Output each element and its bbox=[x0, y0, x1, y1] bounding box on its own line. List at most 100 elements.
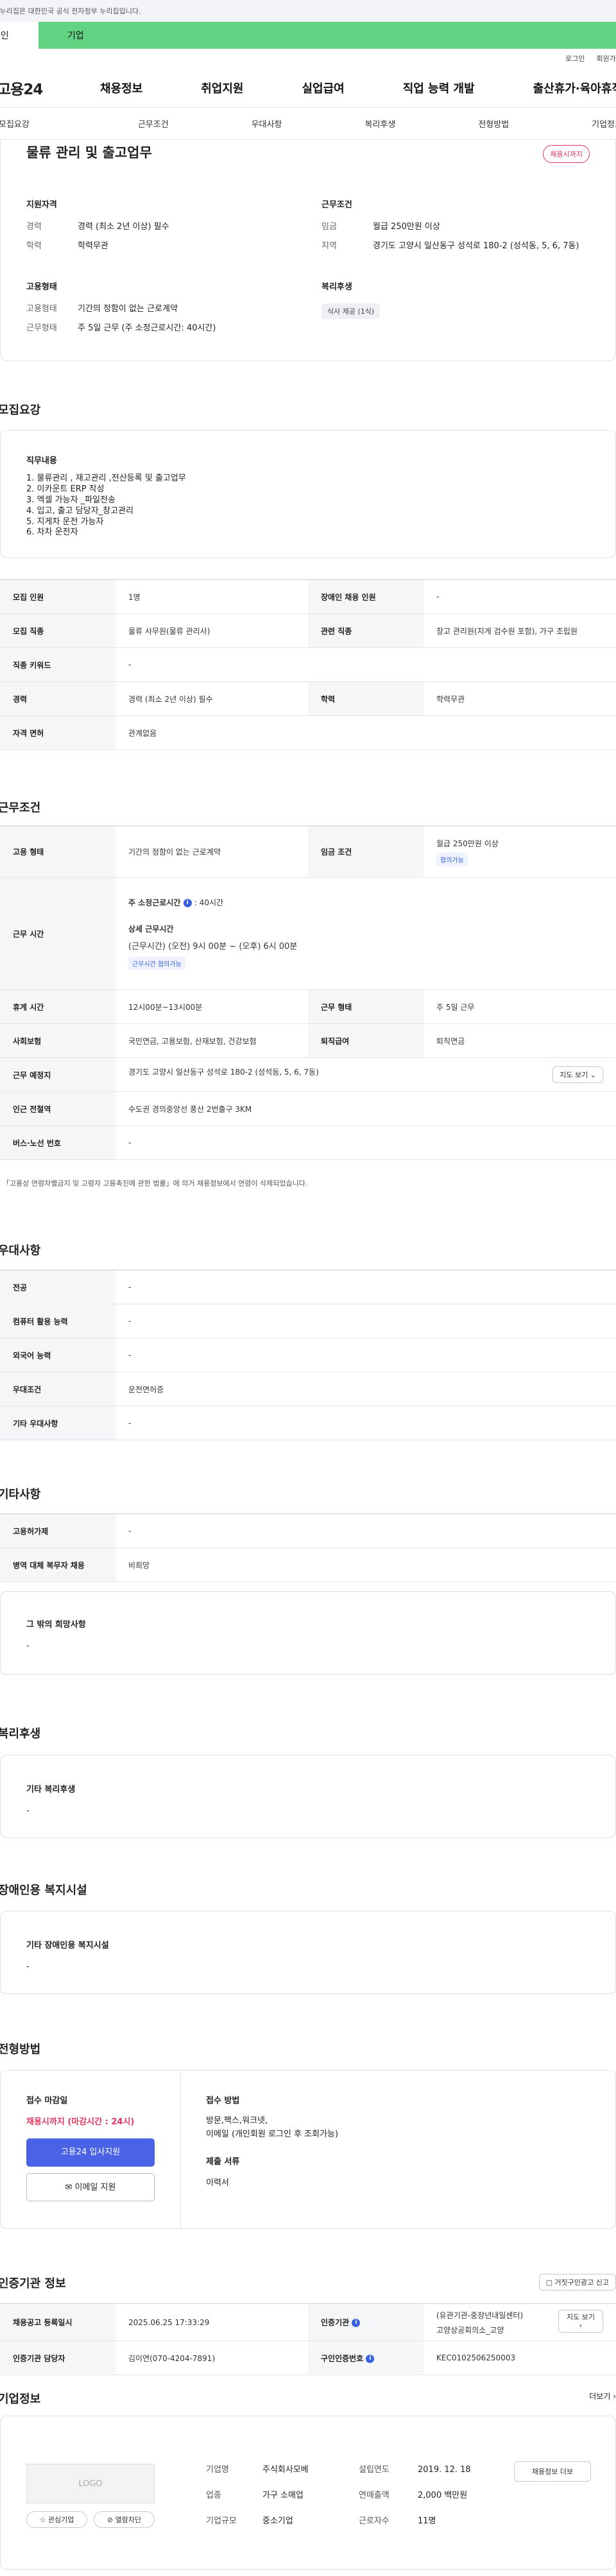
cert-no-header: 구인인증번호 bbox=[321, 2353, 364, 2363]
table-row: 전공 - bbox=[0, 1270, 616, 1304]
anchor-tab-conditions[interactable]: 근무조건 bbox=[138, 117, 169, 130]
conditions-table: 고용 형태 기간의 정함이 없는 근로계약 임금 조건 월급 250만원 이상 … bbox=[0, 826, 616, 1160]
cell-value: 경력 (최소 2년 이상) 필수 bbox=[116, 681, 308, 716]
favorite-company-button[interactable]: ☆ 관심기업 bbox=[26, 2511, 87, 2528]
report-button[interactable]: ▢ 거짓구인광고 신고 bbox=[538, 2274, 616, 2290]
block-company-button[interactable]: ⊘ 열람차단 bbox=[94, 2511, 155, 2528]
welfare-box-heading: 기타 복리후생 bbox=[26, 1785, 76, 1795]
company-size-row: 기업규모 중소기업 bbox=[206, 2509, 309, 2534]
gnb-item-employment-support[interactable]: 취업지원 bbox=[201, 80, 243, 96]
method-value-2: 이메일 (개인회원 로그인 후 조회가능) bbox=[206, 2129, 339, 2139]
education-value: 학력무관 bbox=[78, 241, 108, 251]
gnb-item-unemployment-benefit[interactable]: 실업급여 bbox=[302, 80, 345, 96]
screening-box: 접수 마감일 채용시까지 (마감시간 : 24시) 고용24 입사지원 ✉ 이메… bbox=[0, 2070, 616, 2230]
company-logo: LOGO bbox=[26, 2464, 155, 2503]
job-desc-heading: 직무내용 bbox=[26, 456, 57, 466]
mail-icon: ✉ bbox=[65, 2183, 73, 2192]
cell-header: 학력 bbox=[308, 681, 424, 716]
cell-header: 고용 형태 bbox=[0, 826, 116, 878]
company-jobs-button[interactable]: 채용정보 더보 bbox=[514, 2461, 591, 2482]
table-row: 근무 예정지 경기도 고양시 일산동구 성석로 180-2 (성석동, 5, 6… bbox=[0, 1057, 616, 1092]
screening-section-title: 전형방법 bbox=[0, 2043, 41, 2056]
anchor-tab-company[interactable]: 기업정보 bbox=[592, 117, 616, 130]
cell-value: 국민연금, 고용보험, 산재보험, 건강보험 bbox=[116, 1023, 308, 1058]
wage-value: 월급 250만원 이상 bbox=[436, 839, 499, 848]
table-row: 인근 전철역 수도권 경의중앙선 풍산 2번출구 3KM bbox=[0, 1091, 616, 1126]
career-label: 경력 bbox=[26, 222, 42, 232]
agency-cell: 지도 보기 › (유관기관-중장년내일센터) 고양상공회의소_고양 bbox=[424, 2303, 616, 2341]
gnb-item-leave[interactable]: 출산휴가·육아휴직 bbox=[533, 80, 616, 96]
apply-button[interactable]: 고용24 입사지원 bbox=[26, 2138, 155, 2167]
company-industry-value: 가구 소매업 bbox=[262, 2491, 304, 2500]
company-more-link[interactable]: 더보기 › bbox=[589, 2391, 616, 2401]
deadline-heading: 접수 마감일 bbox=[26, 2096, 68, 2106]
table-row: 근무 시간 주 소정근로시간 i : 40시간 상세 근무시간 (근무시간) (… bbox=[0, 877, 616, 990]
company-box: LOGO ☆ 관심기업 ⊘ 열람차단 기업명 주식회사모베 업종 가구 소매업 기업… bbox=[0, 2416, 616, 2570]
cell-value: - bbox=[116, 1125, 616, 1160]
company-sales-value: 2,000 백만원 bbox=[418, 2491, 468, 2500]
disabled-section-title: 장애인용 복지시설 bbox=[0, 1884, 87, 1897]
anchor-tab-welfare[interactable]: 복리후생 bbox=[364, 117, 395, 130]
info-icon[interactable]: i bbox=[366, 2354, 375, 2363]
table-row: 휴게 시간 12시00분~13시00분 근무 형태 주 5일 근무 bbox=[0, 989, 616, 1024]
table-row: 채용공고 등록일시 2025.06.25 17:33:29 인증기관 i 지도 … bbox=[0, 2303, 616, 2341]
cell-header: 외국어 능력 bbox=[0, 1338, 116, 1372]
employment-heading: 고용형태 bbox=[26, 282, 57, 292]
util-links: 로그인 회원가입 bbox=[0, 49, 616, 68]
favorite-label: 관심기업 bbox=[47, 2516, 74, 2524]
company-name-value: 주식회사모베 bbox=[262, 2465, 309, 2475]
job-desc-box: 직무내용 1. 물류관리 , 재고관리 ,전산등록 및 출고업무 2. 이카운트… bbox=[0, 430, 616, 558]
disabled-box-heading: 기타 장애인용 복지시설 bbox=[26, 1941, 109, 1950]
divider bbox=[180, 2070, 181, 2230]
cell-value: 김이연(070-4204-7891) bbox=[116, 2341, 308, 2375]
email-apply-button[interactable]: ✉ 이메일 지원 bbox=[26, 2173, 155, 2201]
map-button[interactable]: 지도 보기 ⌄ bbox=[552, 1066, 603, 1083]
summary-grid: 지원자격 경력 경력 (최소 2년 이상) 필수 학력 학력무관 근무조건 임금 월급… bbox=[26, 198, 591, 341]
table-row: 고용 형태 기간의 정함이 없는 근로계약 임금 조건 월급 250만원 이상 … bbox=[0, 826, 616, 878]
agency-map-button[interactable]: 지도 보기 › bbox=[558, 2309, 603, 2333]
status-badge: 채용시까지 bbox=[543, 145, 590, 163]
anchor-tab-preference[interactable]: 우대사항 bbox=[252, 117, 282, 130]
block-label: 열람차단 bbox=[115, 2516, 142, 2524]
info-icon[interactable]: i bbox=[183, 899, 192, 907]
age-footnote-text: 「고용상 연령차별금지 및 고령자 고용촉진에 관한 법률」에 의거 채용정보에… bbox=[3, 1179, 308, 1188]
company-section-title: 기업정보 bbox=[0, 2393, 41, 2406]
site-logo[interactable]: 고용24 bbox=[0, 77, 100, 99]
hours-row: 근무형태 주 5일 근무 (주 소정근로시간: 40시간) bbox=[26, 323, 296, 334]
company-name-row: 기업명 주식회사모베 bbox=[206, 2457, 309, 2483]
employment-block: 고용형태 고용형태 기간의 정함이 없는 근로계약 근무형태 주 5일 근무 (주 … bbox=[26, 280, 296, 341]
table-row: 컴퓨터 활용 능력 - bbox=[0, 1304, 616, 1338]
gnb-item-skills[interactable]: 직업 능력 개발 bbox=[403, 80, 475, 96]
gnb-menu: 채용정보 취업지원 실업급여 직업 능력 개발 출산휴가·육아휴직 bbox=[100, 80, 616, 96]
conditions-section-title: 근무조건 bbox=[0, 801, 41, 815]
cell-value: - bbox=[424, 579, 616, 614]
recruit-section-title: 모집요강 bbox=[0, 404, 41, 417]
welfare-box: 기타 복리후생 - bbox=[0, 1755, 616, 1838]
anchor-tab-recruit[interactable]: 모집요강 bbox=[0, 117, 30, 130]
tab-personal[interactable]: 개인 bbox=[0, 22, 38, 49]
info-icon[interactable]: i bbox=[352, 2319, 361, 2327]
emp-type-label: 고용형태 bbox=[26, 304, 57, 314]
weekly-hours: 주 소정근로시간 i : 40시간 bbox=[128, 897, 603, 908]
cell-header: 퇴직급여 bbox=[308, 1023, 424, 1058]
welfare-heading: 복리후생 bbox=[321, 282, 352, 292]
company-sales-label: 연매출액 bbox=[359, 2491, 389, 2500]
company-name-label: 기업명 bbox=[206, 2465, 229, 2475]
anchor-tab-screening[interactable]: 전형방법 bbox=[478, 117, 509, 130]
method-value-1: 방문,팩스,워크넷, bbox=[206, 2116, 268, 2126]
wage-cell: 월급 250만원 이상 협의가능 bbox=[424, 826, 616, 878]
user-type-tabs: 개인 기업 bbox=[0, 22, 616, 49]
cell-value: 기간의 정함이 없는 근로계약 bbox=[116, 826, 308, 878]
cell-value: - bbox=[116, 1270, 616, 1304]
company-employees-label: 근로자수 bbox=[359, 2516, 389, 2526]
recruit-table: 모집 인원 1명 장애인 채용 인원 - 모집 직종 물류 사무원(물류 관리사… bbox=[0, 579, 616, 750]
signup-link[interactable]: 회원가입 bbox=[597, 53, 616, 64]
gnb-item-jobs[interactable]: 채용정보 bbox=[100, 80, 142, 96]
tab-business[interactable]: 기업 bbox=[38, 22, 616, 49]
emp-type-value: 기간의 정함이 없는 근로계약 bbox=[78, 304, 178, 314]
table-row: 사회보험 국민연금, 고용보험, 산재보험, 건강보험 퇴직급여 퇴직연금 bbox=[0, 1023, 616, 1058]
table-row: 버스·노선 번호 - bbox=[0, 1125, 616, 1160]
login-link[interactable]: 로그인 bbox=[565, 53, 585, 64]
anchor-tabs: 모집요강 근무조건 우대사항 복리후생 전형방법 기업정보 bbox=[0, 108, 616, 140]
cell-value: 물류 사무원(물류 관리사) bbox=[116, 613, 308, 648]
